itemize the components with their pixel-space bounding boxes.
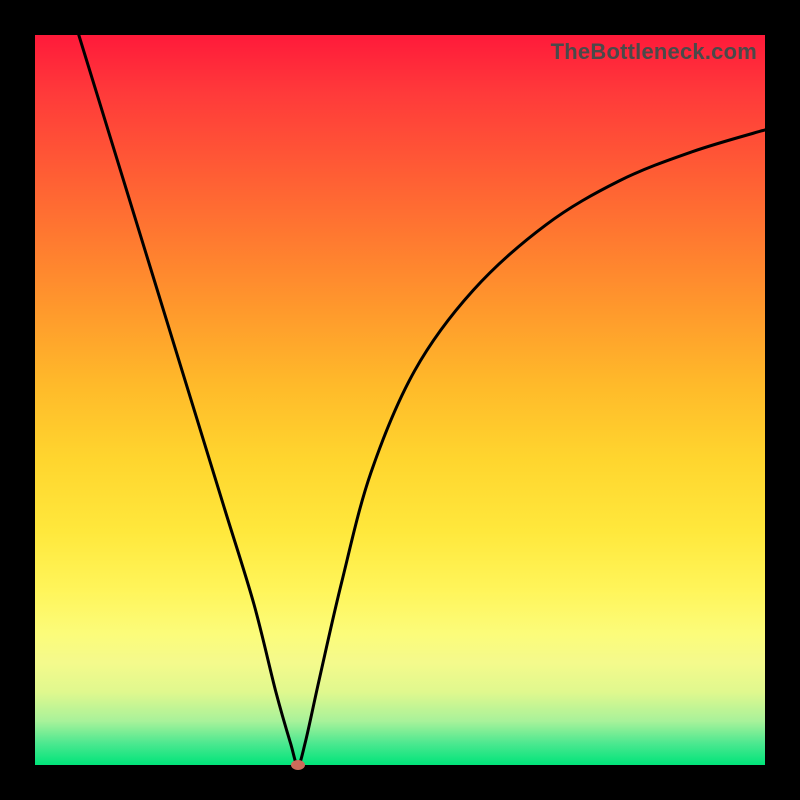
bottleneck-curve — [35, 35, 765, 765]
plot-area: TheBottleneck.com — [35, 35, 765, 765]
curve-path — [79, 35, 765, 765]
optimum-marker — [291, 760, 305, 770]
chart-frame: TheBottleneck.com — [0, 0, 800, 800]
